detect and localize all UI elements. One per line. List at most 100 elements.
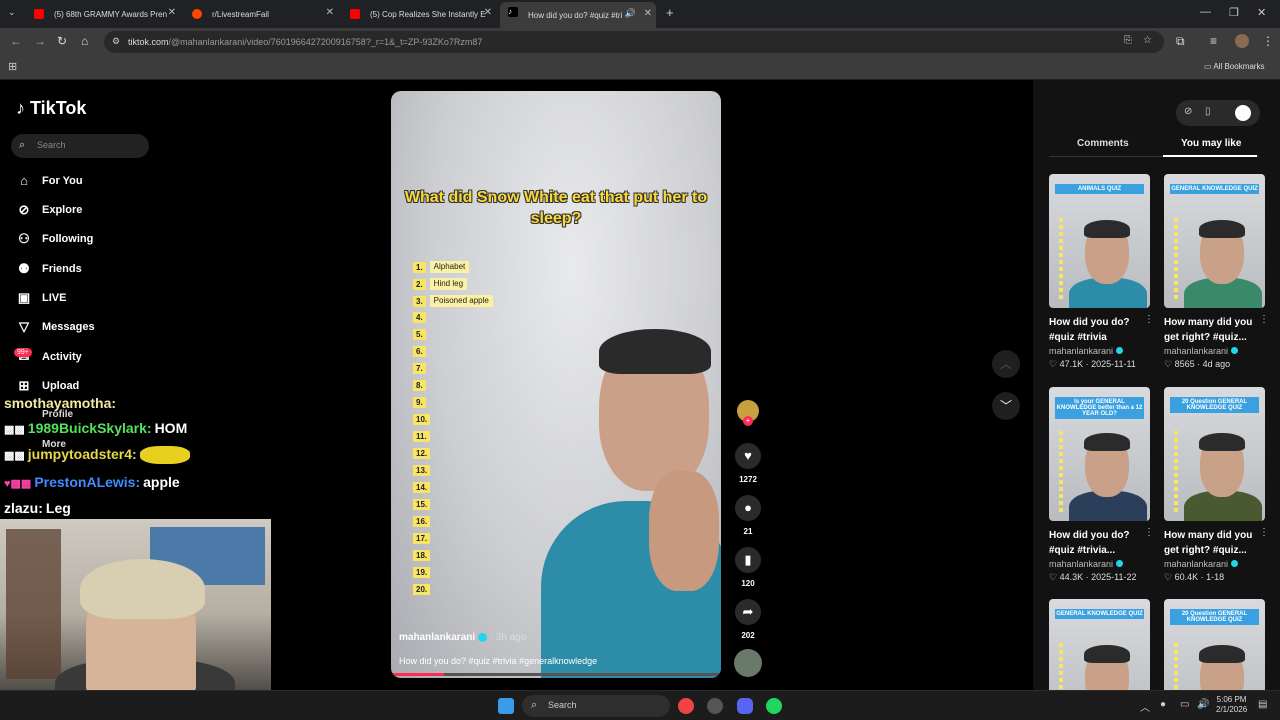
forward-icon[interactable]: → (34, 34, 46, 48)
tab-active-indicator (1163, 155, 1257, 157)
recommended-video[interactable]: 20 Question GENERAL KNOWLEDGE QUIZ (1164, 599, 1265, 690)
extensions-icon[interactable]: ⧉ (1176, 34, 1185, 49)
taskbar-search[interactable]: ⌕ Search (522, 695, 670, 717)
new-tab-button[interactable]: + (666, 5, 674, 20)
music-disc[interactable] (734, 649, 762, 677)
card-author[interactable]: mahanlankarani (1049, 559, 1150, 569)
video-description[interactable]: How did you do? #quiz #trivia #generalkn… (399, 656, 597, 666)
nav-live[interactable]: ▣ LIVE (16, 290, 67, 306)
more-options-icon[interactable]: ⋮ (1144, 527, 1154, 538)
spotify-icon[interactable] (766, 698, 782, 714)
tab-you-may-like[interactable]: You may like (1181, 138, 1241, 149)
video-thumbnail: GENERAL KNOWLEDGE QUIZ (1049, 599, 1150, 690)
close-icon[interactable]: ✕ (644, 8, 652, 19)
recommended-video[interactable]: GENERAL KNOWLEDGE QUIZ How many did you … (1164, 174, 1269, 370)
close-window-icon[interactable]: ✕ (1257, 6, 1266, 19)
tab-livestreamfail[interactable]: r/LivestreamFail ✕ (184, 4, 338, 24)
microphone-icon[interactable]: ● (1160, 699, 1166, 710)
all-bookmarks-button[interactable]: ▭ All Bookmarks (1204, 62, 1264, 71)
answer-row: 20. (413, 584, 434, 595)
more-options-icon[interactable]: ⋮ (1144, 314, 1154, 325)
nav-explore[interactable]: ⊘ Explore (16, 202, 83, 218)
theme-toggle[interactable] (1235, 105, 1251, 121)
system-clock[interactable]: 5:06 PM 2/1/2026 (1216, 695, 1247, 715)
emote-image (139, 446, 190, 465)
taskbar-search-placeholder: Search (548, 700, 577, 710)
nav-friends[interactable]: ⚉ Friends (16, 261, 82, 277)
thumbnail-banner: Is your GENERAL KNOWLEDGE better than a … (1055, 397, 1144, 419)
tab-grammy[interactable]: (5) 68th GRAMMY Awards Pren ✕ (26, 4, 180, 24)
recommended-video[interactable]: 20 Question GENERAL KNOWLEDGE QUIZ How m… (1164, 387, 1269, 583)
tab-search-icon[interactable]: ⌄ (8, 7, 16, 18)
chrome-icon[interactable] (678, 698, 694, 714)
tab-cop-video[interactable]: (5) Cop Realizes She Instantly E ✕ (342, 4, 496, 24)
restore-icon[interactable]: ❐ (1229, 6, 1239, 19)
follow-plus-icon[interactable]: + (743, 416, 753, 426)
video-hair (599, 329, 711, 374)
tab-comments[interactable]: Comments (1077, 138, 1129, 149)
media-icon[interactable]: ≡ (1210, 34, 1217, 48)
reload-icon[interactable]: ↻ (57, 34, 67, 48)
profile-avatar[interactable] (1235, 34, 1249, 48)
minimize-icon[interactable]: — (1200, 6, 1211, 18)
close-icon[interactable]: ✕ (326, 7, 334, 18)
speaker-icon[interactable]: 🔊 (625, 8, 636, 19)
bookmark-star-icon[interactable]: ☆ (1143, 35, 1152, 46)
back-icon[interactable]: ← (10, 34, 22, 48)
install-app-icon[interactable]: ⎘ (1124, 35, 1132, 46)
recommended-video[interactable]: ANIMALS QUIZ How did you do? #quiz #triv… (1049, 174, 1154, 370)
discord-icon[interactable] (737, 698, 753, 714)
video-thumbnail: GENERAL KNOWLEDGE QUIZ (1164, 174, 1265, 308)
menu-icon[interactable]: ⋮ (1262, 34, 1274, 48)
answer-text: Alphabet (429, 261, 470, 273)
nav-upload[interactable]: ⊞ Upload (16, 378, 80, 394)
like-button[interactable]: ♥ 1272 (734, 443, 762, 484)
device-icon[interactable]: ▯ (1205, 106, 1211, 117)
answer-number: 9. (413, 397, 426, 408)
previous-video-button[interactable]: ︿ (992, 350, 1020, 378)
tray-chevron-icon[interactable]: ︿ (1140, 699, 1150, 714)
nav-for-you[interactable]: ⌂ For You (16, 173, 82, 189)
start-icon[interactable] (498, 698, 514, 714)
apps-grid-icon[interactable]: ⊞ (8, 60, 17, 73)
nav-messages[interactable]: ▽ Messages (16, 319, 95, 335)
video-thumbnail: ANIMALS QUIZ (1049, 174, 1150, 308)
share-button[interactable]: ➦ 202 (734, 599, 762, 640)
video-author[interactable]: mahanlankarani · 3h ago (399, 632, 526, 643)
tab-tiktok-active[interactable]: ♪ How did you do? #quiz #tri 🔊 ✕ (500, 2, 656, 28)
tiktok-logo[interactable]: ♪ TikTok (16, 98, 86, 119)
site-info-icon[interactable]: ⚙ (112, 36, 120, 47)
search-input[interactable]: ⌕ Search (11, 134, 149, 158)
save-button[interactable]: ▮ 120 (734, 547, 762, 588)
tab-title: How did you do? #quiz #tri (528, 10, 623, 20)
notification-icon[interactable]: ▤ (1258, 699, 1267, 710)
thumbnail-list (1174, 643, 1178, 690)
recommended-video[interactable]: GENERAL KNOWLEDGE QUIZ (1049, 599, 1150, 690)
card-author-name: mahanlankarani (1049, 346, 1114, 356)
app-icon[interactable] (707, 698, 723, 714)
card-author-name: mahanlankarani (1049, 559, 1114, 569)
nav-following[interactable]: ⚇ Following (16, 231, 93, 247)
home-icon[interactable]: ⌂ (81, 34, 88, 48)
next-video-button[interactable]: ﹀ (992, 392, 1020, 420)
comment-button[interactable]: ● 21 (734, 495, 762, 536)
url-field[interactable]: ⚙ tiktok.com/@mahanlankarani/video/76019… (104, 31, 1164, 53)
close-icon[interactable]: ✕ (168, 7, 176, 18)
message-icon: ▽ (19, 319, 29, 334)
card-author[interactable]: mahanlankarani (1164, 559, 1265, 569)
video-progress-bar[interactable] (391, 673, 721, 676)
card-author[interactable]: mahanlankarani (1049, 346, 1150, 356)
volume-icon[interactable]: 🔊 (1197, 699, 1209, 710)
home-icon: ⌂ (20, 173, 28, 188)
tiktok-note-icon: ♪ (16, 98, 25, 118)
card-author[interactable]: mahanlankarani (1164, 346, 1265, 356)
recommended-video[interactable]: Is your GENERAL KNOWLEDGE better than a … (1049, 387, 1154, 583)
close-icon[interactable]: ✕ (484, 7, 492, 18)
autoscroll-icon[interactable]: ⊘ (1184, 106, 1192, 117)
more-options-icon[interactable]: ⋮ (1259, 314, 1269, 325)
more-options-icon[interactable]: ⋮ (1259, 527, 1269, 538)
network-icon[interactable]: ▭ (1180, 699, 1189, 710)
video-player[interactable]: What did Snow White eat that put her to … (391, 91, 721, 678)
live-icon: ▣ (17, 290, 31, 305)
thumbnail-list (1174, 218, 1178, 302)
